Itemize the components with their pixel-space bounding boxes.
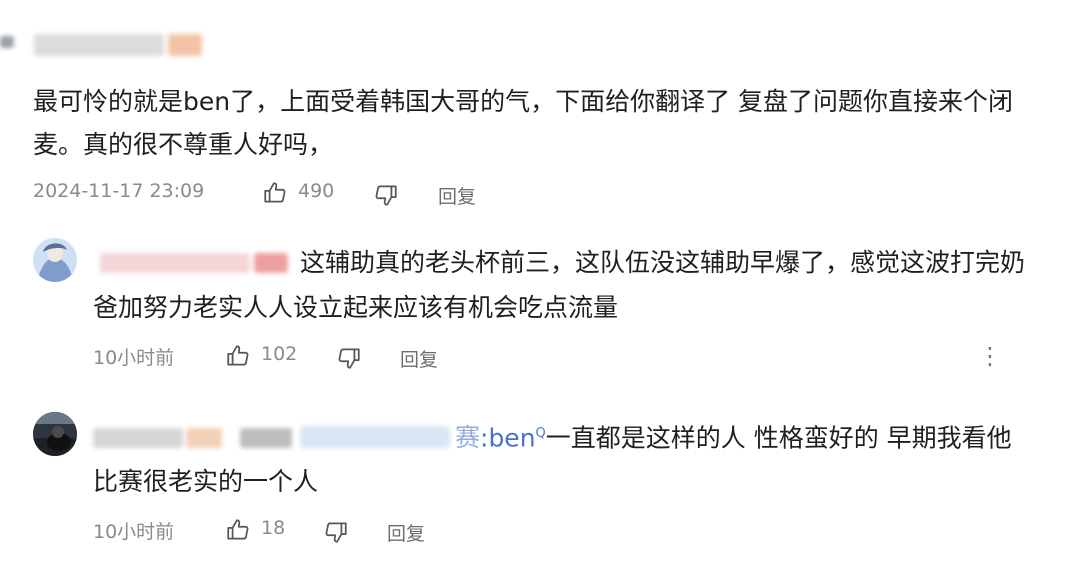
reply-button[interactable]: 回复: [387, 519, 425, 546]
like-count: 18: [261, 517, 286, 539]
thumbs-down-icon[interactable]: [323, 519, 349, 545]
username-blurred: [240, 428, 292, 448]
username-blurred: [254, 253, 288, 273]
comment-text: 比赛很老实的一个人: [93, 467, 319, 496]
timestamp: 10小时前: [93, 521, 175, 543]
username-blurred: [186, 428, 222, 448]
avatar[interactable]: [33, 412, 77, 456]
timestamp: 10小时前: [93, 347, 175, 369]
username-blurred: [168, 34, 202, 56]
comment-text-body: 一直都是这样的人 性格蛮好的 早期我看他: [545, 423, 1012, 453]
thumbs-down-icon[interactable]: [336, 345, 362, 371]
timestamp: 2024-11-17 23:09: [33, 180, 205, 202]
username-blurred: [300, 426, 450, 448]
comment-text: 赛:benQ一直都是这样的人 性格蛮好的 早期我看他: [455, 414, 1012, 458]
mention-link[interactable]: 赛: [455, 423, 480, 452]
username-blurred: [93, 428, 183, 448]
thumbs-up-icon[interactable]: [225, 343, 251, 369]
thumbs-up-icon[interactable]: [262, 180, 288, 206]
comment-text: 麦。真的很不尊重人好吗，: [33, 130, 334, 159]
username-blurred: [34, 34, 164, 56]
username-blurred: [100, 253, 250, 273]
comment-text: 最可怜的就是ben了，上面受着韩国大哥的气，下面给你翻译了 复盘了问题你直接来个…: [33, 87, 1014, 116]
mention-link[interactable]: :ben: [480, 423, 536, 452]
like-count: 102: [261, 343, 298, 365]
reply-button[interactable]: 回复: [438, 182, 476, 209]
comment-list: 最可怜的就是ben了，上面受着韩国大哥的气，下面给你翻译了 复盘了问题你直接来个…: [0, 0, 1080, 570]
comment-text: 这辅助真的老头杯前三，这队伍没这辅助早爆了，感觉这波打完奶: [300, 248, 1026, 277]
thumbs-down-icon[interactable]: [373, 182, 399, 208]
comment-text: 爸加努力老实人人设立起来应该有机会吃点流量: [93, 293, 619, 322]
thumbs-up-icon[interactable]: [225, 517, 251, 543]
avatar[interactable]: [33, 238, 77, 282]
reply-button[interactable]: 回复: [400, 345, 438, 372]
like-count: 490: [298, 180, 335, 202]
more-options-icon[interactable]: ⋮: [978, 342, 1002, 370]
search-icon: Q: [535, 426, 546, 441]
username-blurred: [0, 36, 14, 48]
